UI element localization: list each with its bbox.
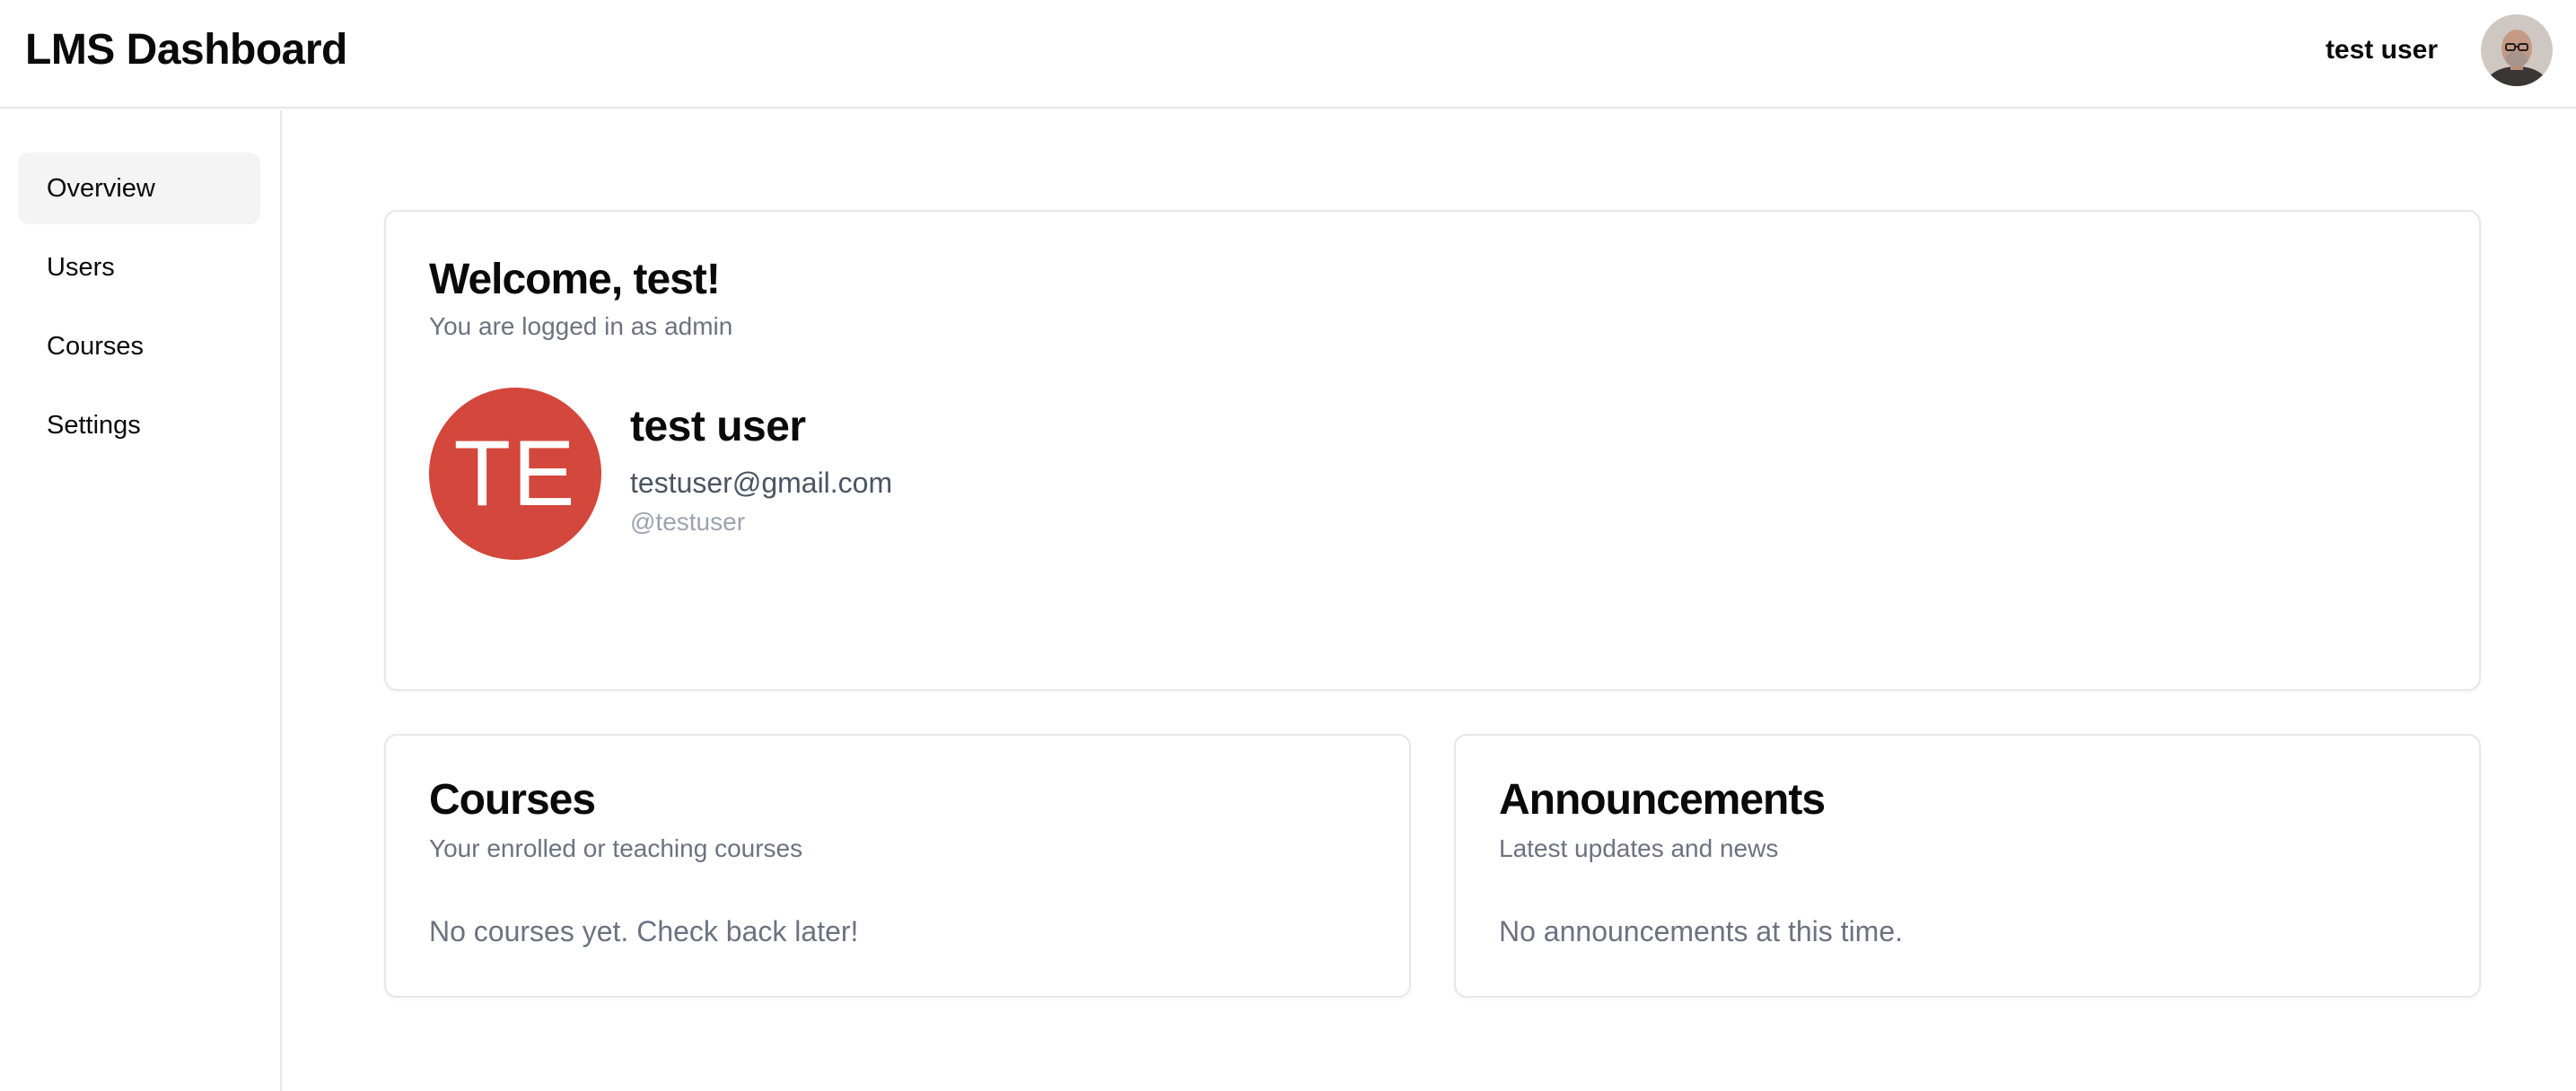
- courses-card: Courses Your enrolled or teaching course…: [384, 734, 1411, 998]
- sidebar-item-users[interactable]: Users: [18, 231, 260, 303]
- app-title: LMS Dashboard: [25, 26, 347, 74]
- sidebar-item-settings[interactable]: Settings: [18, 389, 260, 461]
- profile-email: testuser@gmail.com: [630, 467, 893, 499]
- profile-handle: @testuser: [630, 508, 746, 536]
- user-avatar-icon[interactable]: [2481, 14, 2553, 86]
- welcome-title: Welcome, test!: [429, 256, 721, 303]
- welcome-subtitle: You are logged in as admin: [429, 312, 733, 340]
- announcements-empty-text: No announcements at this time.: [1499, 915, 1904, 947]
- sidebar-item-courses[interactable]: Courses: [18, 310, 260, 382]
- profile-name: test user: [630, 403, 806, 450]
- courses-card-subtitle: Your enrolled or teaching courses: [429, 834, 803, 862]
- courses-card-title: Courses: [429, 776, 596, 824]
- header-user-name: test user: [2325, 35, 2438, 65]
- profile-avatar: TE: [429, 388, 601, 560]
- announcements-card: Announcements Latest updates and news No…: [1454, 734, 2481, 998]
- top-bar: LMS Dashboard test user: [0, 0, 2576, 109]
- announcements-card-subtitle: Latest updates and news: [1499, 834, 1779, 862]
- announcements-card-title: Announcements: [1499, 776, 1826, 824]
- welcome-card: Welcome, test! You are logged in as admi…: [384, 210, 2481, 691]
- sidebar-item-overview[interactable]: Overview: [18, 153, 260, 224]
- sidebar: Overview Users Courses Settings: [0, 110, 282, 1091]
- courses-empty-text: No courses yet. Check back later!: [429, 915, 859, 947]
